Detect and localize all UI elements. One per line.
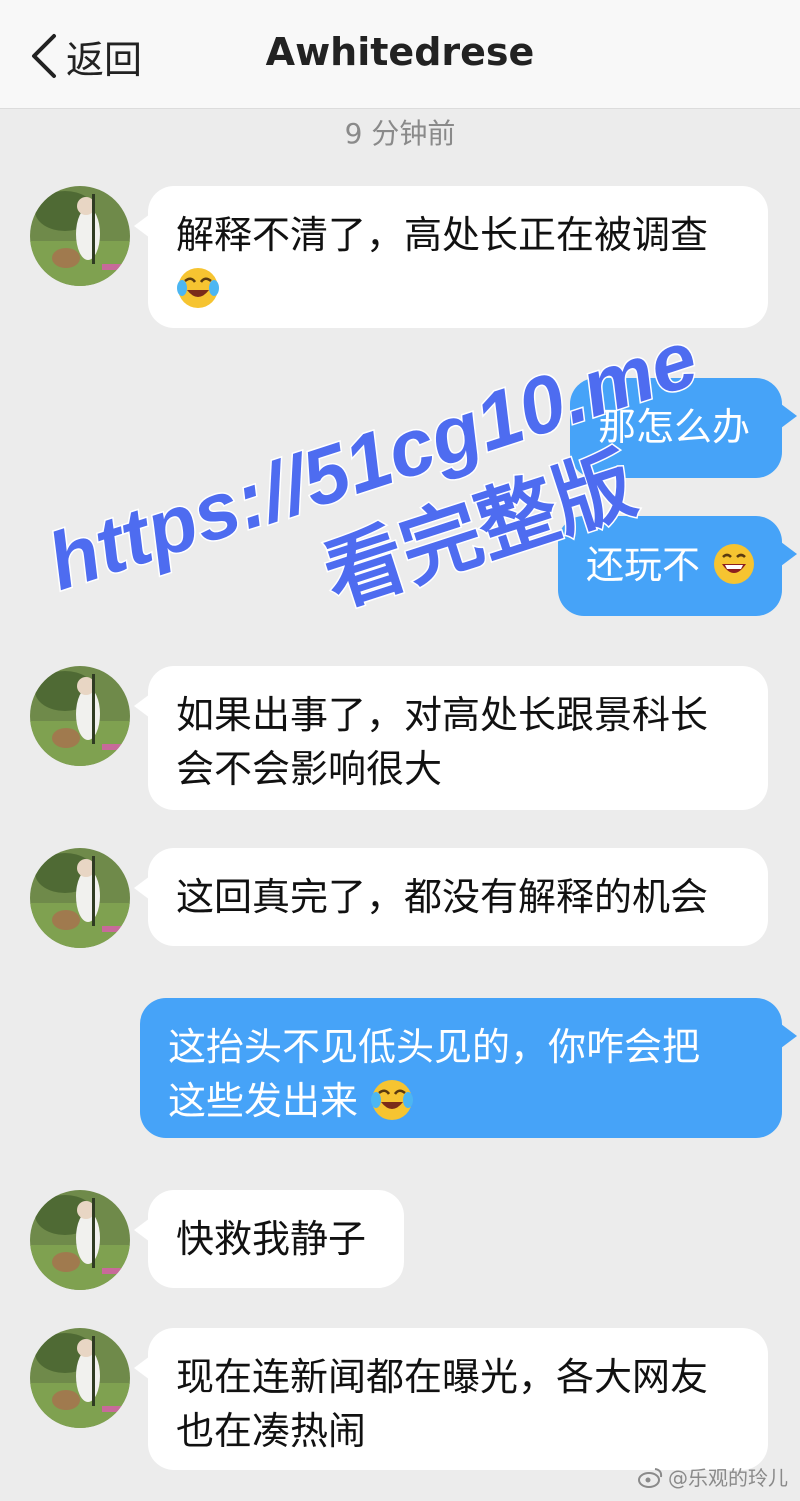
message-text: 这抬头不见低头见的，你咋会把	[168, 1025, 701, 1069]
credit-text: @乐观的玲儿	[668, 1466, 788, 1490]
contact-avatar[interactable]	[30, 1328, 130, 1428]
source-credit: @乐观的玲儿	[638, 1462, 788, 1491]
avatar-photo	[30, 1190, 130, 1290]
avatar-photo	[30, 666, 130, 766]
avatar-photo	[30, 848, 130, 948]
chat-title: Awhitedrese	[265, 30, 535, 74]
bubble-tail	[781, 404, 797, 428]
grin-emoji	[714, 544, 755, 584]
nav-bar: 返回 Awhitedrese	[0, 0, 800, 109]
bubble-tail	[781, 542, 797, 566]
message-text: 这回真完了，都没有解释的机会	[176, 875, 709, 919]
contact-avatar[interactable]	[30, 666, 130, 766]
message-bubble-incoming[interactable]: 如果出事了，对高处长跟景科长 会不会影响很大	[148, 666, 768, 810]
weibo-icon	[638, 1467, 663, 1488]
message-bubble-incoming[interactable]: 快救我静子	[148, 1190, 404, 1288]
avatar-photo	[30, 186, 130, 286]
message-text: 还玩不	[586, 543, 701, 587]
message-text: 这些发出来	[168, 1079, 359, 1123]
contact-avatar[interactable]	[30, 848, 130, 948]
message-text: 那怎么办	[598, 405, 751, 449]
message-text: 会不会影响很大	[176, 747, 443, 791]
laugh-cry-emoji	[371, 1080, 414, 1120]
message-text: 现在连新闻都在曝光，各大网友	[176, 1355, 709, 1399]
message-text: 也在凑热闹	[176, 1409, 367, 1453]
bubble-tail	[781, 1024, 797, 1048]
avatar-photo	[30, 1328, 130, 1428]
message-timestamp: 9 分钟前	[344, 117, 456, 150]
message-text: 快救我静子	[176, 1217, 367, 1261]
message-bubble-incoming[interactable]: 现在连新闻都在曝光，各大网友 也在凑热闹	[148, 1328, 768, 1470]
contact-avatar[interactable]	[30, 1190, 130, 1290]
message-bubble-outgoing[interactable]: 那怎么办	[570, 378, 782, 478]
laugh-cry-emoji	[177, 268, 219, 308]
message-bubble-incoming[interactable]: 这回真完了，都没有解释的机会	[148, 848, 768, 946]
message-bubble-outgoing[interactable]: 这抬头不见低头见的，你咋会把 这些发出来	[140, 998, 782, 1138]
message-bubble-incoming[interactable]: 解释不清了，高处长正在被调查	[148, 186, 768, 328]
message-bubble-outgoing[interactable]: 还玩不	[558, 516, 782, 616]
message-text: 解释不清了，高处长正在被调查	[176, 213, 709, 257]
contact-avatar[interactable]	[30, 186, 130, 286]
message-text: 如果出事了，对高处长跟景科长	[176, 693, 709, 737]
